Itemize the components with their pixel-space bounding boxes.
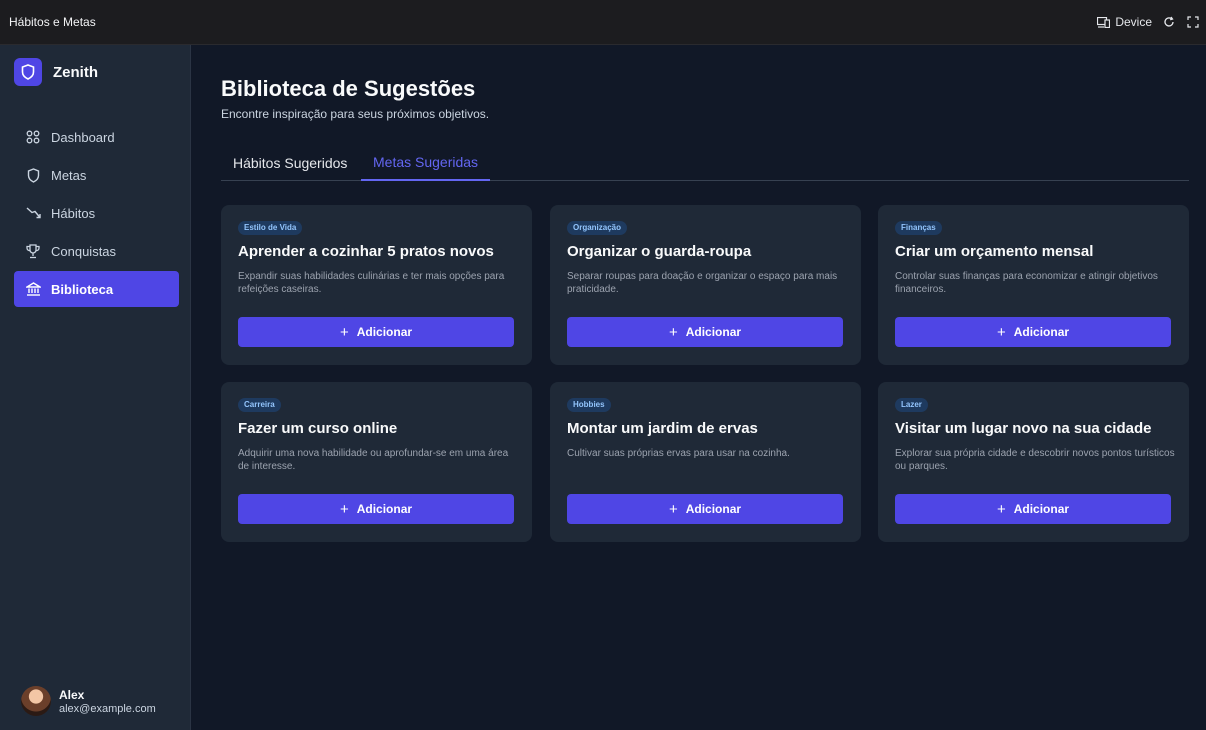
card-title: Montar um jardim de ervas bbox=[567, 420, 758, 437]
page-subtitle: Encontre inspiração para seus próximos o… bbox=[221, 107, 490, 121]
add-button-label: Adicionar bbox=[356, 502, 413, 516]
add-button-label: Adicionar bbox=[685, 325, 742, 339]
sidebar-item-habitos[interactable]: Hábitos bbox=[14, 195, 179, 231]
sidebar-item-metas[interactable]: Metas bbox=[14, 157, 179, 193]
window-controls: Device bbox=[1096, 15, 1200, 29]
suggestion-card: Lazer Visitar um lugar novo na sua cidad… bbox=[878, 382, 1189, 542]
user-profile[interactable]: Alex alex@example.com bbox=[21, 686, 156, 716]
suggestion-card: Estilo de Vida Aprender a cozinhar 5 pra… bbox=[221, 205, 532, 365]
tab-bar: Hábitos Sugeridos Metas Sugeridas bbox=[221, 145, 1189, 181]
card-title: Organizar o guarda-roupa bbox=[567, 243, 752, 260]
sidebar-item-biblioteca[interactable]: Biblioteca bbox=[14, 271, 179, 307]
page-title: Biblioteca de Sugestões bbox=[221, 76, 476, 101]
sidebar-item-label: Hábitos bbox=[51, 205, 96, 221]
sidebar-item-conquistas[interactable]: Conquistas bbox=[14, 233, 179, 269]
card-title: Criar um orçamento mensal bbox=[895, 243, 1094, 260]
refresh-icon[interactable] bbox=[1162, 15, 1176, 29]
category-badge: Hobbies bbox=[567, 398, 611, 412]
sidebar-item-label: Metas bbox=[51, 167, 87, 183]
add-button[interactable]: + Adicionar bbox=[895, 317, 1171, 347]
avatar bbox=[21, 686, 51, 716]
add-button[interactable]: + Adicionar bbox=[238, 317, 514, 347]
device-label: Device bbox=[1115, 15, 1152, 29]
sidebar-item-label: Dashboard bbox=[51, 129, 115, 145]
category-badge: Estilo de Vida bbox=[238, 221, 303, 235]
brand[interactable]: Zenith bbox=[14, 58, 98, 86]
library-icon bbox=[25, 281, 41, 297]
sidebar-item-label: Conquistas bbox=[51, 243, 117, 259]
tab-habitos-sugeridos[interactable]: Hábitos Sugeridos bbox=[221, 145, 359, 181]
plus-icon: + bbox=[339, 500, 349, 518]
add-button-label: Adicionar bbox=[356, 325, 413, 339]
add-button[interactable]: + Adicionar bbox=[238, 494, 514, 524]
card-description: Separar roupas para doação e organizar o… bbox=[567, 271, 838, 295]
suggestion-card: Hobbies Montar um jardim de ervas Cultiv… bbox=[550, 382, 861, 542]
card-description: Explorar sua própria cidade e descobrir … bbox=[895, 448, 1175, 472]
category-badge: Organização bbox=[567, 221, 628, 235]
window-title: Hábitos e Metas bbox=[9, 15, 96, 29]
add-button-label: Adicionar bbox=[1013, 325, 1070, 339]
sidebar-nav: Dashboard Metas Hábitos Conquistas Bibli… bbox=[14, 119, 179, 309]
add-button-label: Adicionar bbox=[685, 502, 742, 516]
card-title: Visitar um lugar novo na sua cidade bbox=[895, 420, 1152, 437]
add-button-label: Adicionar bbox=[1013, 502, 1070, 516]
suggestion-card: Carreira Fazer um curso online Adquirir … bbox=[221, 382, 532, 542]
category-badge: Lazer bbox=[895, 398, 928, 412]
category-badge: Carreira bbox=[238, 398, 281, 412]
suggestion-card: Organização Organizar o guarda-roupa Sep… bbox=[550, 205, 861, 365]
card-description: Adquirir uma nova habilidade ou aprofund… bbox=[238, 448, 509, 472]
trend-icon bbox=[25, 205, 41, 221]
user-name: Alex bbox=[59, 687, 85, 702]
device-toggle-button[interactable]: Device bbox=[1096, 15, 1152, 29]
plus-icon: + bbox=[668, 500, 678, 518]
card-title: Fazer um curso online bbox=[238, 420, 398, 437]
user-email: alex@example.com bbox=[59, 702, 156, 715]
dashboard-icon bbox=[25, 129, 41, 145]
suggestion-card: Finanças Criar um orçamento mensal Contr… bbox=[878, 205, 1189, 365]
tab-metas-sugeridas[interactable]: Metas Sugeridas bbox=[361, 145, 491, 181]
card-description: Cultivar suas próprias ervas para usar n… bbox=[567, 448, 790, 459]
category-badge: Finanças bbox=[895, 221, 942, 235]
user-info: Alex alex@example.com bbox=[59, 688, 156, 715]
plus-icon: + bbox=[996, 323, 1006, 341]
device-icon bbox=[1096, 15, 1110, 29]
main-content: Biblioteca de Sugestões Encontre inspira… bbox=[191, 45, 1206, 730]
card-description: Expandir suas habilidades culinárias e t… bbox=[238, 271, 505, 295]
expand-icon[interactable] bbox=[1186, 15, 1200, 29]
sidebar-item-label: Biblioteca bbox=[51, 281, 114, 297]
brand-name: Zenith bbox=[53, 63, 98, 81]
add-button[interactable]: + Adicionar bbox=[895, 494, 1171, 524]
sidebar-item-dashboard[interactable]: Dashboard bbox=[14, 119, 179, 155]
plus-icon: + bbox=[996, 500, 1006, 518]
card-title: Aprender a cozinhar 5 pratos novos bbox=[238, 243, 494, 260]
shield-logo-icon bbox=[14, 58, 42, 86]
sidebar: Zenith Dashboard Metas Hábitos Conquista… bbox=[0, 45, 191, 730]
plus-icon: + bbox=[668, 323, 678, 341]
add-button[interactable]: + Adicionar bbox=[567, 317, 843, 347]
card-description: Controlar suas finanças para economizar … bbox=[895, 271, 1158, 295]
add-button[interactable]: + Adicionar bbox=[567, 494, 843, 524]
plus-icon: + bbox=[339, 323, 349, 341]
window-titlebar: Hábitos e Metas Device bbox=[0, 0, 1206, 45]
shield-icon bbox=[25, 167, 41, 183]
trophy-icon bbox=[25, 243, 41, 259]
